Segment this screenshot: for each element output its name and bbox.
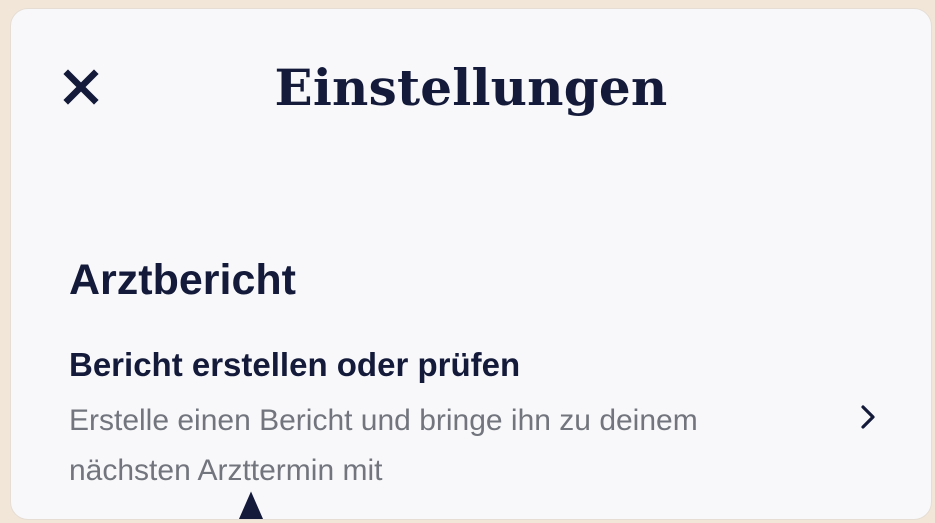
- settings-panel: Einstellungen Arztbericht Bericht erstel…: [10, 8, 932, 520]
- mouse-pointer-icon: [236, 486, 266, 519]
- section-heading: Arztbericht: [69, 256, 296, 304]
- page-title: Einstellungen: [274, 58, 668, 117]
- chevron-right-icon: [861, 405, 875, 429]
- report-settings-item[interactable]: Bericht erstellen oder prüfen Erstelle e…: [11, 342, 931, 512]
- report-item-description: Erstelle einen Bericht und bringe ihn zu…: [69, 404, 698, 487]
- report-item-title: Bericht erstellen oder prüfen: [69, 346, 521, 383]
